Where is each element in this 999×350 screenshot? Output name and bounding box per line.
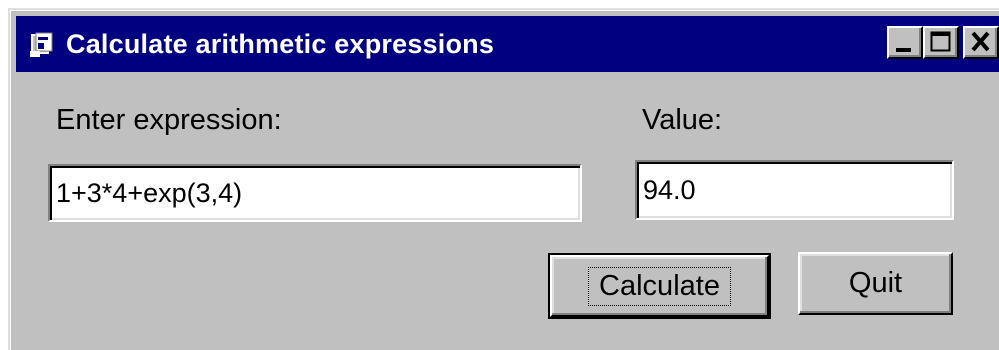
quit-button[interactable]: Quit [798, 252, 953, 315]
minimize-icon [896, 48, 911, 52]
close-icon [971, 31, 990, 52]
close-button[interactable] [963, 26, 999, 59]
expression-label: Enter expression: [56, 104, 282, 136]
title-bar[interactable]: Calculate arithmetic expressions [16, 16, 999, 72]
app-window-icon[interactable] [28, 29, 58, 59]
expression-input-text: 1+3*4+exp(3,4) [56, 177, 243, 208]
calculate-button[interactable]: Calculate [548, 253, 771, 319]
value-field-text: 94.0 [643, 174, 696, 205]
window-title: Calculate arithmetic expressions [66, 28, 495, 59]
expression-input[interactable]: 1+3*4+exp(3,4) [48, 164, 582, 222]
maximize-button[interactable] [923, 26, 959, 59]
value-field[interactable]: 94.0 [635, 160, 954, 220]
quit-button-label: Quit [848, 267, 903, 299]
maximize-icon [930, 31, 951, 52]
value-label: Value: [642, 104, 723, 136]
app-window: Calculate arithmetic expressions Enter e… [8, 8, 999, 350]
minimize-button[interactable] [887, 26, 923, 59]
calculate-button-label: Calculate [588, 266, 731, 306]
title-bar-controls [887, 26, 999, 59]
